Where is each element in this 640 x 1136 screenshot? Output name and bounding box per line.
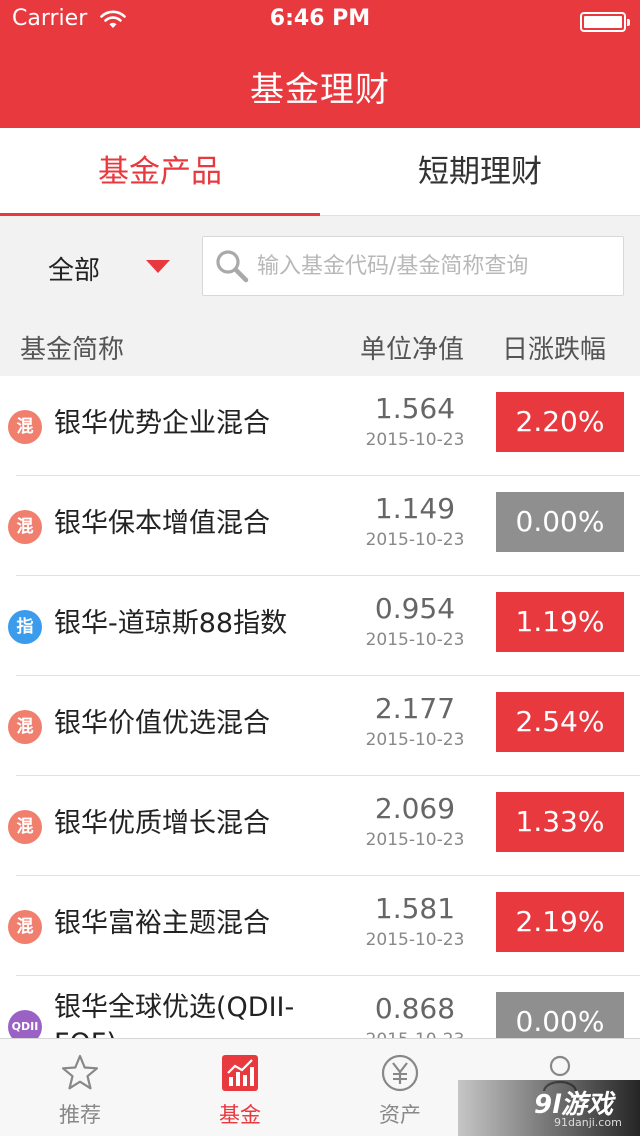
column-header: 基金简称 单位净值 日涨跌幅 <box>0 316 640 376</box>
fund-nav-date: 2015-10-23 <box>365 530 465 550</box>
fund-daily-change: 0.00% <box>496 492 624 552</box>
fund-nav-date: 2015-10-23 <box>365 930 465 950</box>
fund-name: 银华优质增长混合 <box>54 808 270 839</box>
tabbar-fund[interactable]: 基金 <box>160 1039 320 1136</box>
search-box[interactable] <box>202 236 624 296</box>
fund-nav-value: 0.954 <box>374 592 456 625</box>
status-bar: Carrier 6:46 PM <box>0 0 640 40</box>
fund-nav-date: 2015-10-23 <box>365 830 465 850</box>
segment-tabs: 基金产品 短期理财 <box>0 128 640 217</box>
page-title: 基金理财 <box>250 70 390 110</box>
fund-nav-value: 1.564 <box>374 392 456 425</box>
fund-row[interactable]: 混 银华富裕主题混合 1.581 2015-10-23 2.19% <box>0 876 640 976</box>
status-time: 6:46 PM <box>269 6 371 31</box>
fund-name: 银华-道琼斯88指数 <box>54 608 288 639</box>
fund-row[interactable]: 混 银华优势企业混合 1.564 2015-10-23 2.20% <box>0 376 640 476</box>
caret-down-icon <box>146 260 170 273</box>
fund-daily-change: 0.00% <box>496 992 624 1038</box>
search-icon <box>215 249 249 287</box>
fund-name: 银华全球优选(QDII-FOF) <box>54 992 295 1038</box>
fund-list: 混 银华优势企业混合 1.564 2015-10-23 2.20% 混 银华保本… <box>0 376 640 1038</box>
fund-nav-date: 2015-10-23 <box>365 730 465 750</box>
watermark-url: 91danji.com <box>554 1116 622 1129</box>
fund-row[interactable]: 混 银华价值优选混合 2.177 2015-10-23 2.54% <box>0 676 640 776</box>
tabbar-label: 资产 <box>379 1103 421 1127</box>
fund-nav-date: 2015-10-23 <box>340 1030 490 1038</box>
mixed-fund-badge-icon: 混 <box>8 710 42 744</box>
chart-icon <box>220 1053 260 1093</box>
app-header: Carrier 6:46 PM 基金理财 <box>0 0 640 128</box>
fund-nav-value: 2.069 <box>374 792 456 825</box>
fund-nav-date: 2015-10-23 <box>365 630 465 650</box>
fund-nav-date: 2015-10-23 <box>365 430 465 450</box>
search-input[interactable] <box>257 245 617 287</box>
fund-row[interactable]: 混 银华优质增长混合 2.069 2015-10-23 1.33% <box>0 776 640 876</box>
star-icon <box>60 1053 100 1093</box>
fund-name: 银华保本增值混合 <box>54 508 270 539</box>
fund-daily-change: 2.54% <box>496 692 624 752</box>
tabbar-label: 推荐 <box>59 1103 101 1127</box>
fund-daily-change: 2.19% <box>496 892 624 952</box>
fund-type-dropdown[interactable]: 全部 <box>20 236 190 296</box>
battery-icon <box>580 12 630 32</box>
fund-name: 银华富裕主题混合 <box>54 908 270 939</box>
watermark-logo: 9l游戏 91danji.com <box>458 1080 640 1136</box>
mixed-fund-badge-icon: 混 <box>8 810 42 844</box>
fund-nav-value: 0.868 <box>374 992 456 1025</box>
tabbar-label: 基金 <box>219 1103 261 1127</box>
fund-row[interactable]: 指 银华-道琼斯88指数 0.954 2015-10-23 1.19% <box>0 576 640 676</box>
fund-nav-value: 1.581 <box>374 892 456 925</box>
dropdown-label: 全部 <box>48 256 101 286</box>
fund-name: 银华优势企业混合 <box>54 408 270 439</box>
fund-row[interactable]: 混 银华保本增值混合 1.149 2015-10-23 0.00% <box>0 476 640 576</box>
column-daily-change: 日涨跌幅 <box>502 335 607 365</box>
qdii-fund-badge-icon: QDII <box>8 1010 42 1038</box>
column-fund-name: 基金简称 <box>20 335 125 365</box>
fund-row[interactable]: QDII 银华全球优选(QDII-FOF) 0.868 2015-10-23 0… <box>0 976 640 1038</box>
mixed-fund-badge-icon: 混 <box>8 910 42 944</box>
fund-name: 银华价值优选混合 <box>54 708 270 739</box>
fund-nav-value: 2.177 <box>374 692 456 725</box>
tabbar-assets[interactable]: 资产 <box>320 1039 480 1136</box>
column-nav: 单位净值 <box>360 335 465 365</box>
mixed-fund-badge-icon: 混 <box>8 510 42 544</box>
fund-nav-value: 1.149 <box>374 492 456 525</box>
filter-bar: 全部 <box>0 216 640 316</box>
fund-daily-change: 1.33% <box>496 792 624 852</box>
tab-short-term-finance[interactable]: 短期理财 <box>320 128 640 216</box>
tabbar-recommend[interactable]: 推荐 <box>0 1039 160 1136</box>
fund-daily-change: 2.20% <box>496 392 624 452</box>
mixed-fund-badge-icon: 混 <box>8 410 42 444</box>
fund-daily-change: 1.19% <box>496 592 624 652</box>
yen-icon <box>380 1053 420 1093</box>
tab-fund-products[interactable]: 基金产品 <box>0 128 320 217</box>
index-fund-badge-icon: 指 <box>8 610 42 644</box>
